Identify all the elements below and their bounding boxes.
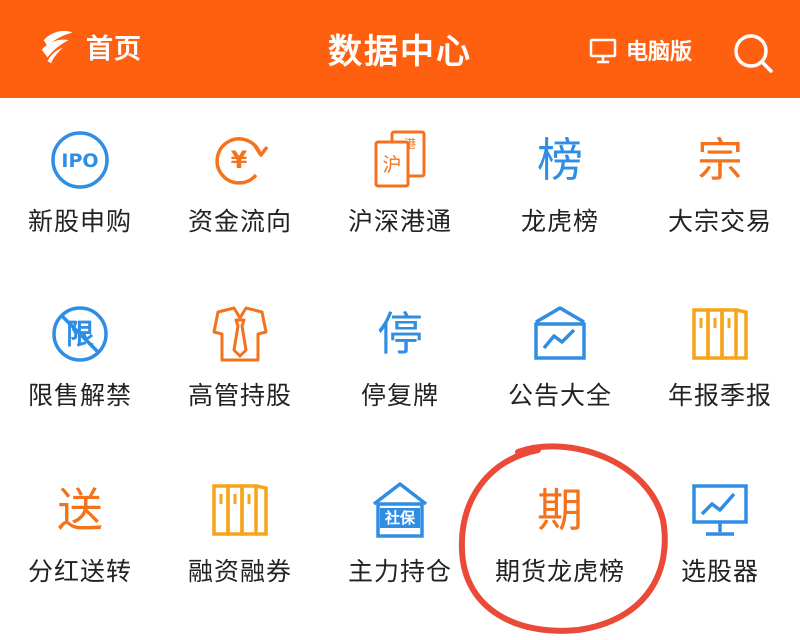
grid-item-hk-connect[interactable]: 港 沪 沪深港通 bbox=[320, 98, 480, 272]
binders-icon bbox=[692, 308, 748, 360]
binders-icon bbox=[212, 484, 268, 536]
ting-icon: 停 bbox=[377, 307, 423, 361]
grid-item-label: 龙虎榜 bbox=[520, 207, 599, 236]
grid-item-label: 沪深港通 bbox=[347, 207, 452, 236]
grid-item-main-positions[interactable]: 社保 主力持仓 bbox=[320, 448, 480, 640]
announcement-chart-icon bbox=[534, 306, 586, 360]
qi-icon-text: 期 bbox=[537, 483, 583, 537]
grid-item-label: 期货龙虎榜 bbox=[494, 557, 625, 586]
hk-connect-icon: 港 沪 bbox=[374, 130, 426, 188]
grid-item-label: 高管持股 bbox=[187, 381, 292, 410]
bang-icon: 榜 bbox=[537, 133, 583, 187]
grid-item-label: 主力持仓 bbox=[347, 557, 452, 586]
social-security-icon-text: 社保 bbox=[384, 509, 416, 527]
song-icon: 送 bbox=[57, 483, 103, 537]
search-icon bbox=[734, 34, 773, 73]
top-bar: 首页 数据中心 电脑版 bbox=[0, 0, 800, 98]
grid-item-fund-flow[interactable]: ¥ 资金流向 bbox=[160, 98, 320, 272]
ting-icon-text: 停 bbox=[377, 307, 423, 361]
social-security-house-icon: 社保 bbox=[372, 482, 428, 538]
ipo-icon: IPO bbox=[51, 131, 109, 189]
grid-item-restricted-release[interactable]: 限 限售解禁 bbox=[0, 272, 160, 448]
grid-item-label: 融资融券 bbox=[187, 557, 292, 586]
grid-item-futures-dragon-tiger[interactable]: 期 期货龙虎榜 bbox=[480, 448, 640, 640]
yuan-icon-text: ¥ bbox=[231, 146, 248, 174]
home-button[interactable]: 首页 bbox=[38, 24, 142, 68]
qi-icon: 期 bbox=[537, 483, 583, 537]
grid-item-executive-holdings[interactable]: 高管持股 bbox=[160, 272, 320, 448]
grid-item-dragon-tiger[interactable]: 榜 龙虎榜 bbox=[480, 98, 640, 272]
grid-item-announcements[interactable]: 公告大全 bbox=[480, 272, 640, 448]
grid-item-label: 停复牌 bbox=[360, 381, 439, 410]
grid-item-suspension[interactable]: 停 停复牌 bbox=[320, 272, 480, 448]
desktop-version-button[interactable]: 电脑版 bbox=[588, 32, 692, 68]
grid-item-label: 资金流向 bbox=[187, 207, 292, 236]
executive-tie-icon bbox=[212, 306, 268, 362]
monitor-chart-icon bbox=[692, 484, 748, 536]
bang-icon-text: 榜 bbox=[537, 133, 583, 187]
page-title: 数据中心 bbox=[328, 32, 472, 72]
zong-icon: 宗 bbox=[697, 133, 743, 187]
grid-item-label: 公告大全 bbox=[507, 381, 612, 410]
grid-item-dividends[interactable]: 送 分红送转 bbox=[0, 448, 160, 640]
search-button[interactable] bbox=[730, 30, 776, 76]
song-icon-text: 送 bbox=[57, 483, 103, 537]
grid-item-annual-reports[interactable]: 年报季报 bbox=[640, 272, 800, 448]
yuan-cycle-icon: ¥ bbox=[215, 137, 269, 185]
grid-item-label: 分红送转 bbox=[27, 557, 132, 586]
desktop-version-label: 电脑版 bbox=[626, 40, 693, 65]
grid-item-ipo[interactable]: IPO 新股申购 bbox=[0, 98, 160, 272]
grid-item-label: 限售解禁 bbox=[27, 381, 132, 410]
home-label: 首页 bbox=[86, 33, 142, 65]
grid-item-margin-trading[interactable]: 融资融券 bbox=[160, 448, 320, 640]
feature-grid: IPO 新股申购 ¥ 资金流向 港 沪 沪深港通 榜 龙虎榜 宗 大宗交易 限售… bbox=[0, 98, 800, 640]
monitor-icon bbox=[589, 38, 617, 64]
ipo-icon-text: IPO bbox=[61, 150, 98, 172]
restricted-icon: 限 bbox=[52, 306, 108, 362]
zong-icon-text: 宗 bbox=[697, 133, 743, 187]
logo-icon bbox=[41, 30, 73, 64]
grid-item-label: 新股申购 bbox=[27, 207, 132, 236]
grid-item-stock-screener[interactable]: 选股器 bbox=[640, 448, 800, 640]
grid-item-block-trade[interactable]: 宗 大宗交易 bbox=[640, 98, 800, 272]
grid-item-label: 选股器 bbox=[680, 557, 759, 586]
grid-item-label: 大宗交易 bbox=[667, 207, 772, 236]
hk-icon-text: 沪 bbox=[382, 154, 401, 176]
grid-item-label: 年报季报 bbox=[667, 381, 772, 410]
